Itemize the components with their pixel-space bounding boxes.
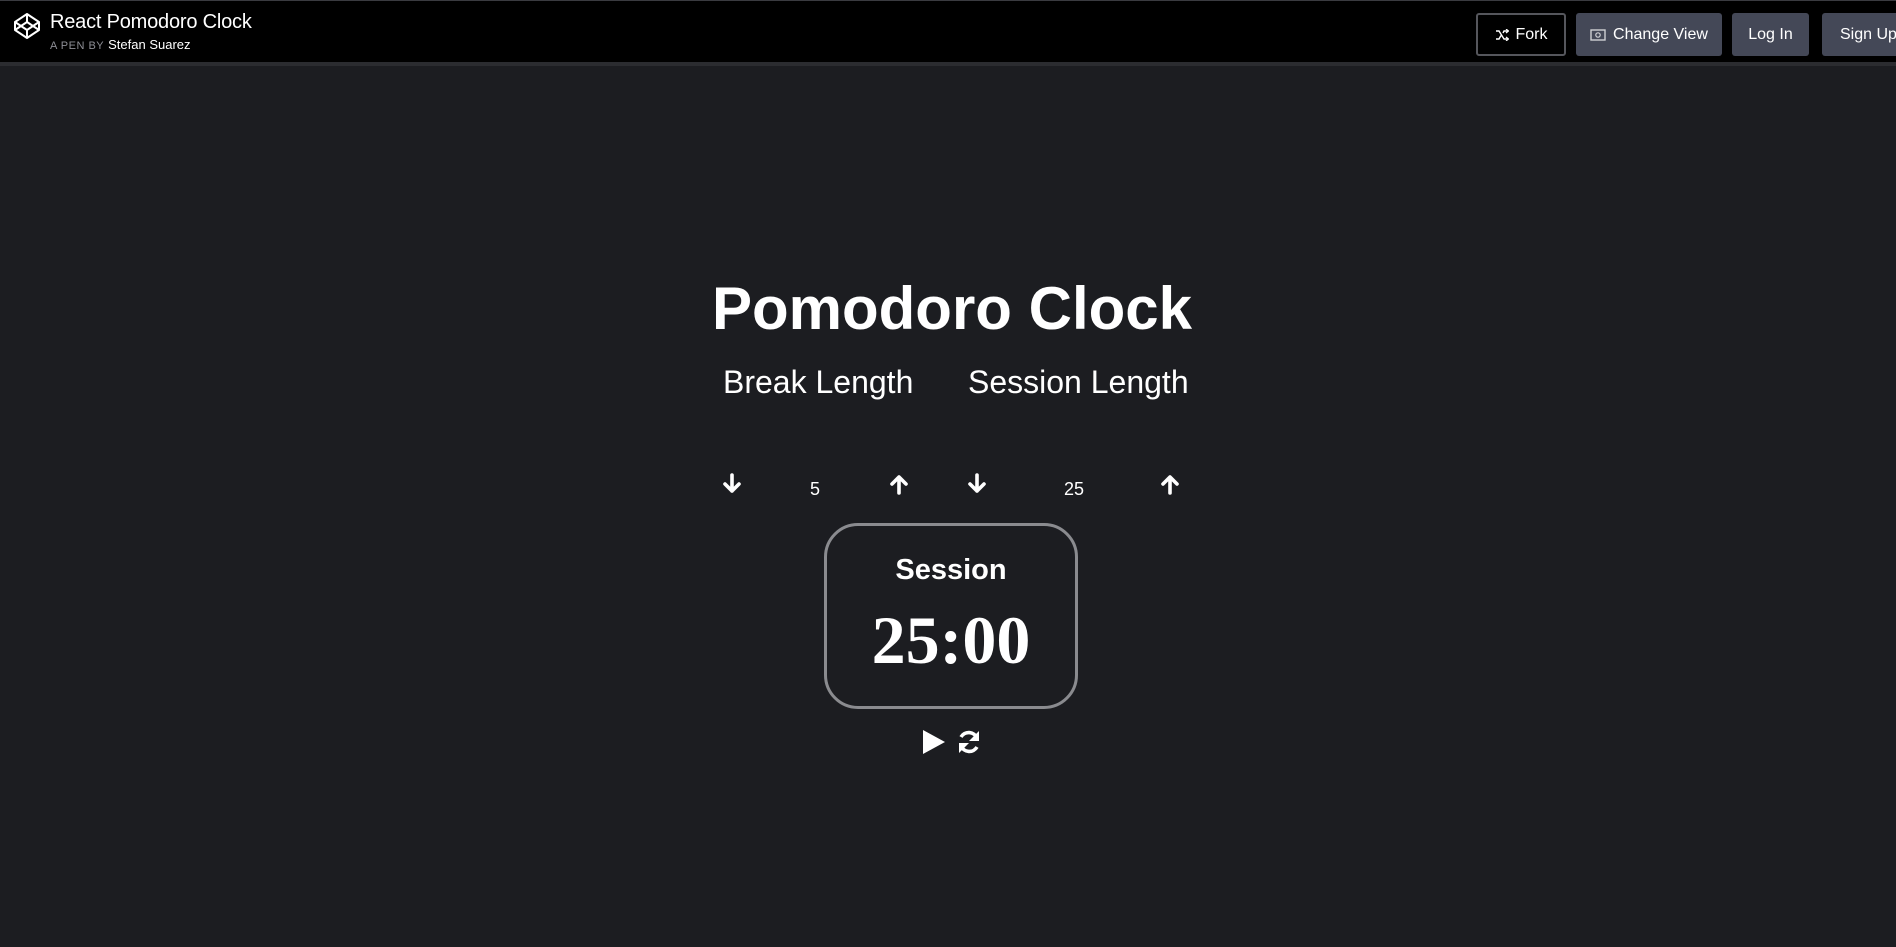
fork-icon	[1495, 28, 1509, 41]
timer-label: Session	[895, 554, 1007, 586]
break-length-value: 5	[809, 479, 820, 499]
header-top-line	[0, 0, 1896, 1]
break-length-label: Break Length	[723, 364, 914, 400]
fork-label: Fork	[1515, 25, 1548, 43]
pen-brand: React Pomodoro Clock A PEN BY Stefan Suar…	[13, 10, 252, 54]
session-length-value: 25	[1063, 479, 1085, 499]
arrow-up-icon[interactable]	[1160, 473, 1180, 495]
sign-up-label: Sign Up	[1840, 25, 1896, 43]
timer-display: Session 25:00	[824, 523, 1078, 709]
sign-up-button[interactable]: Sign Up	[1822, 13, 1896, 56]
log-in-label: Log In	[1748, 25, 1793, 43]
codepen-logo-icon[interactable]	[13, 12, 41, 40]
arrow-up-icon[interactable]	[889, 473, 909, 495]
pen-author-line: A PEN BY Stefan Suarez	[50, 37, 252, 54]
change-view-icon	[1590, 28, 1606, 41]
codepen-header: React Pomodoro Clock A PEN BY Stefan Suar…	[0, 0, 1896, 66]
by-label: A PEN BY	[50, 40, 105, 52]
arrow-down-icon[interactable]	[967, 473, 987, 495]
change-view-label: Change View	[1613, 25, 1708, 43]
session-length-label: Session Length	[968, 364, 1189, 400]
refresh-icon[interactable]	[955, 728, 983, 756]
arrow-down-icon[interactable]	[722, 473, 742, 495]
log-in-button[interactable]: Log In	[1732, 13, 1809, 56]
change-view-button[interactable]: Change View	[1576, 13, 1722, 56]
author-link[interactable]: Stefan Suarez	[108, 37, 190, 52]
app-title: Pomodoro Clock	[711, 275, 1193, 342]
play-icon[interactable]	[920, 728, 948, 756]
fork-button[interactable]: Fork	[1476, 13, 1566, 56]
time-left: 25:00	[871, 602, 1031, 678]
pen-title[interactable]: React Pomodoro Clock	[50, 10, 252, 34]
